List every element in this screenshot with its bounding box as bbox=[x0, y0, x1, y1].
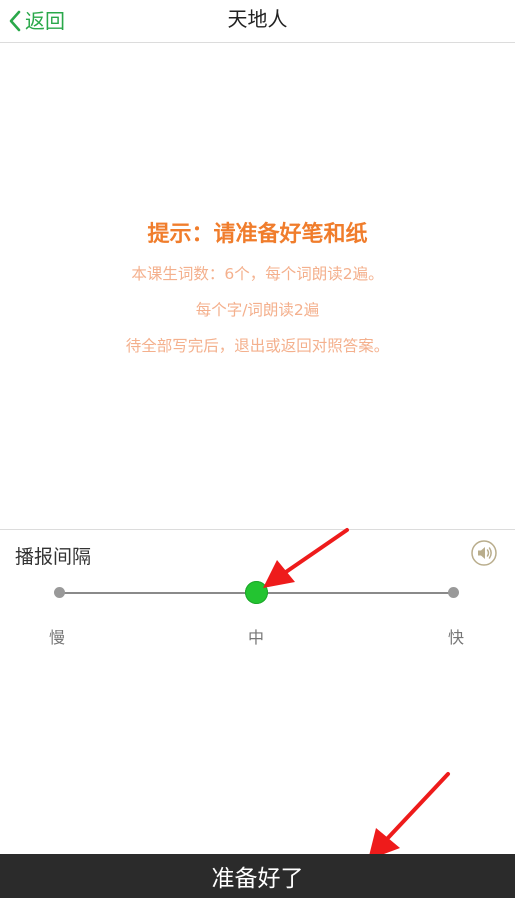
slider-tick-slow[interactable] bbox=[54, 587, 65, 598]
slider-label-medium[interactable]: 中 bbox=[236, 624, 276, 648]
header-bar: 返回 天地人 bbox=[0, 0, 515, 43]
ready-button[interactable]: 准备好了 bbox=[0, 854, 515, 898]
interval-slider[interactable]: 慢 中 快 bbox=[0, 530, 515, 650]
hint-block: 提示：请准备好笔和纸 本课生词数：6个，每个词朗读2遍。 每个字/词朗读2遍 待… bbox=[0, 218, 515, 364]
hint-line-word-count: 本课生词数：6个，每个词朗读2遍。 bbox=[131, 265, 384, 283]
slider-thumb[interactable] bbox=[245, 581, 268, 604]
slider-label-slow[interactable]: 慢 bbox=[37, 624, 77, 648]
hint-title: 提示：请准备好笔和纸 bbox=[147, 222, 368, 247]
hint-line-repeat: 每个字/词朗读2遍 bbox=[195, 301, 320, 319]
hint-line-instructions: 待全部写完后，退出或返回对照答案。 bbox=[125, 337, 390, 355]
interval-settings: 播报间隔 慢 中 快 bbox=[0, 529, 515, 650]
slider-tick-fast[interactable] bbox=[448, 587, 459, 598]
slider-label-fast[interactable]: 快 bbox=[436, 624, 476, 648]
page-title: 天地人 bbox=[227, 7, 288, 31]
annotation-arrow-ready bbox=[368, 772, 450, 860]
